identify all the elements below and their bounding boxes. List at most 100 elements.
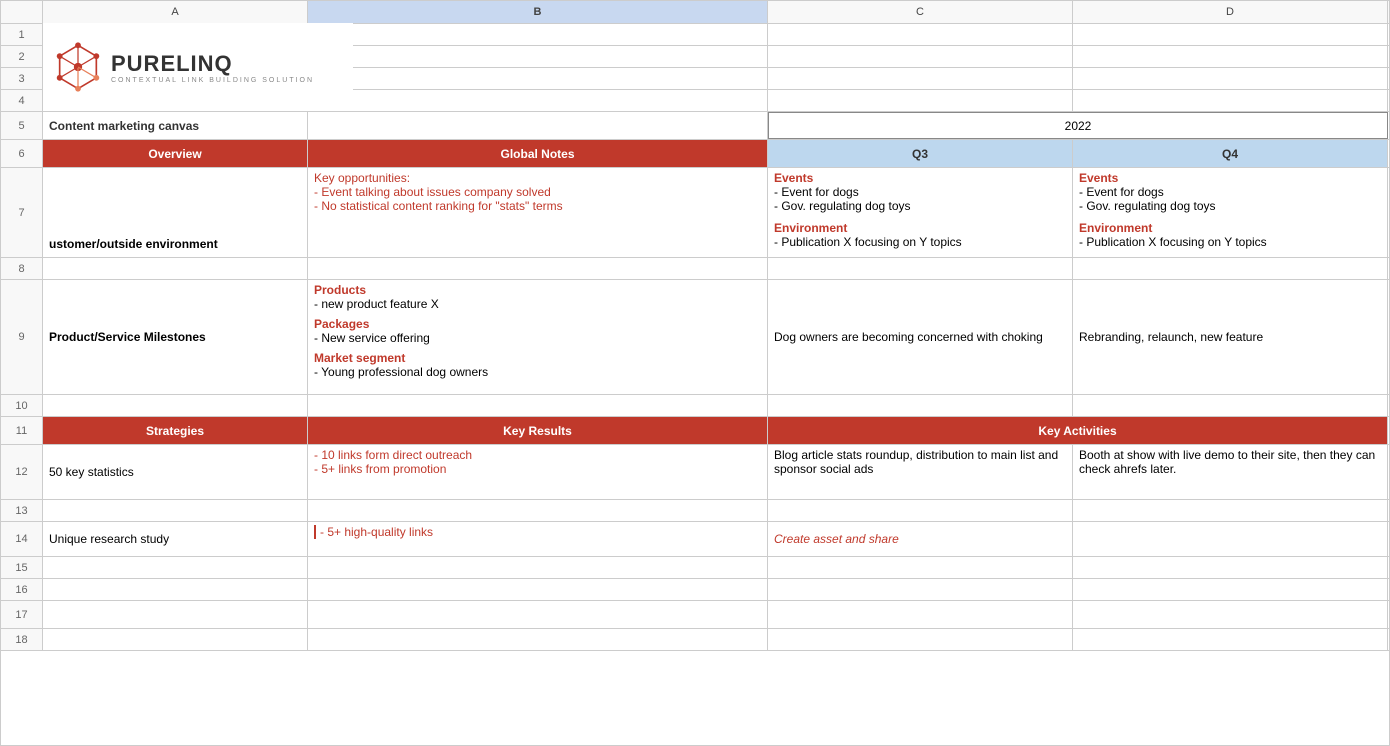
cell-12c: Blog article stats roundup, distribution… [768, 445, 1073, 499]
logo-title: PURELINQ [111, 51, 314, 77]
cell-16d [1073, 579, 1388, 600]
cell-11a-strategies: Strategies [43, 417, 308, 444]
cell-18b [308, 629, 768, 650]
content-marketing-title: Content marketing canvas [49, 119, 301, 133]
environment-q3-items: - Publication X focusing on Y topics [774, 235, 1066, 249]
market-segment-title: Market segment [314, 351, 761, 365]
col-header-c: C [768, 1, 1073, 23]
cell-9a: Product/Service Milestones [43, 280, 308, 394]
cell-4c [768, 90, 1073, 111]
cell-7b: Key opportunities: - Event talking about… [308, 168, 768, 257]
logo-subtitle: CONTEXTUAL LINK BUILDING SOLUTION [111, 77, 314, 84]
cell-15a [43, 557, 308, 578]
cell-14c: Create asset and share [768, 522, 1073, 556]
environment-q4-title: Environment [1079, 221, 1381, 235]
row-num-14: 14 [1, 522, 43, 557]
blog-article-text: Blog article stats roundup, distribution… [774, 448, 1066, 476]
logo-area: PURELINQ CONTEXTUAL LINK BUILDING SOLUTI… [43, 23, 353, 111]
row-num-11: 11 [1, 417, 43, 445]
cell-15c [768, 557, 1073, 578]
cell-10d [1073, 395, 1388, 416]
cell-11-key-activities: Key Activities [768, 417, 1388, 444]
cell-8d [1073, 258, 1388, 279]
events-q4-items: - Event for dogs - Gov. regulating dog t… [1079, 185, 1381, 213]
cell-2d [1073, 46, 1388, 67]
cell-8a [43, 258, 308, 279]
cell-18c [768, 629, 1073, 650]
cell-4b [308, 90, 768, 111]
cell-3d [1073, 68, 1388, 89]
row-num-16: 16 [1, 579, 43, 601]
environment-q4-items: - Publication X focusing on Y topics [1079, 235, 1381, 249]
market-segment-items: - Young professional dog owners [314, 365, 761, 379]
q4-header: Q4 [1222, 147, 1238, 161]
q3-header: Q3 [912, 147, 928, 161]
fifty-key-stats-label: 50 key statistics [49, 465, 301, 479]
cell-14d [1073, 522, 1388, 556]
row-num-8: 8 [1, 258, 43, 280]
booth-text: Booth at show with live demo to their si… [1079, 448, 1381, 476]
cell-12a: 50 key statistics [43, 445, 308, 499]
col-header-d: D [1073, 1, 1388, 23]
cell-13c [768, 500, 1073, 521]
events-q3-title: Events [774, 171, 1066, 185]
dog-owners-text: Dog owners are becoming concerned with c… [774, 330, 1066, 344]
strategies-header: Strategies [146, 424, 204, 438]
row-num-1: 1 [1, 24, 43, 46]
overview-header: Overview [148, 147, 201, 161]
cell-1c [768, 24, 1073, 45]
cell-18d [1073, 629, 1388, 650]
cell-3b [308, 68, 768, 89]
cell-8b [308, 258, 768, 279]
row-num-3: 3 [1, 68, 43, 90]
cell-16c [768, 579, 1073, 600]
row-num-2: 2 [1, 46, 43, 68]
cell-14b: - 5+ high-quality links [308, 522, 768, 556]
row-num-6: 6 [1, 140, 43, 168]
cell-11b-key-results: Key Results [308, 417, 768, 444]
cell-2b [308, 46, 768, 67]
products-items: - new product feature X [314, 297, 761, 311]
cell-4d [1073, 90, 1388, 111]
row-num-13: 13 [1, 500, 43, 522]
cell-8c [768, 258, 1073, 279]
cell-7a: ustomer/outside environment [43, 168, 308, 257]
cell-18a [43, 629, 308, 650]
cell-5a: Content marketing canvas [43, 112, 308, 139]
cell-17d [1073, 601, 1388, 628]
global-notes-header: Global Notes [500, 147, 574, 161]
cell-9d: Rebranding, relaunch, new feature [1073, 280, 1388, 394]
packages-items: - New service offering [314, 331, 761, 345]
cell-15b [308, 557, 768, 578]
cell-10b [308, 395, 768, 416]
cell-12d: Booth at show with live demo to their si… [1073, 445, 1388, 499]
high-quality-links-text: - 5+ high-quality links [314, 525, 761, 539]
environment-q3-title: Environment [774, 221, 1066, 235]
products-title: Products [314, 283, 761, 297]
cell-5-2022: 2022 [768, 112, 1388, 139]
cell-10a [43, 395, 308, 416]
cell-16b [308, 579, 768, 600]
row-num-5: 5 [1, 112, 43, 140]
packages-title: Packages [314, 317, 761, 331]
unique-research-label: Unique research study [49, 532, 301, 546]
logo-text: PURELINQ CONTEXTUAL LINK BUILDING SOLUTI… [111, 51, 314, 84]
row-num-17: 17 [1, 601, 43, 629]
cell-17c [768, 601, 1073, 628]
cell-15d [1073, 557, 1388, 578]
key-results-header: Key Results [503, 424, 572, 438]
row-num-18: 18 [1, 629, 43, 651]
cell-13b [308, 500, 768, 521]
cell-6d-q4: Q4 [1073, 140, 1388, 167]
row-num-9: 9 [1, 280, 43, 395]
cell-14a: Unique research study [43, 522, 308, 556]
col-header-b: B [308, 1, 768, 23]
cell-6c-q3: Q3 [768, 140, 1073, 167]
cell-3c [768, 68, 1073, 89]
row-num-15: 15 [1, 557, 43, 579]
events-q3-items: - Event for dogs - Gov. regulating dog t… [774, 185, 1066, 213]
cell-17a [43, 601, 308, 628]
key-activities-header: Key Activities [1038, 424, 1116, 438]
cell-9b: Products - new product feature X Package… [308, 280, 768, 394]
row-num-10: 10 [1, 395, 43, 417]
